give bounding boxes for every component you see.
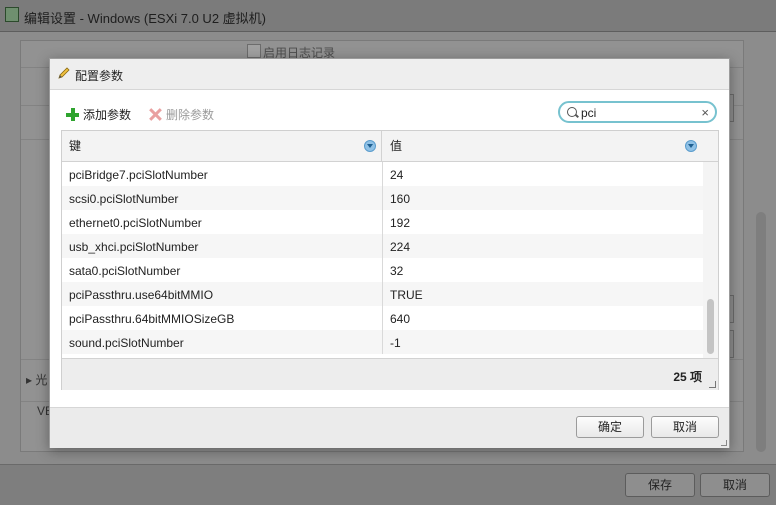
row-key: pciPassthru.64bitMMIOSizeGB bbox=[69, 312, 235, 326]
table-footer: 25 项 bbox=[62, 358, 718, 390]
column-header-value[interactable]: 值 bbox=[383, 131, 703, 161]
dialog-header[interactable]: 配置参数 bbox=[50, 59, 729, 90]
column-divider bbox=[382, 186, 383, 210]
row-key: pciBridge7.pciSlotNumber bbox=[69, 168, 208, 182]
column-divider bbox=[382, 306, 383, 330]
parameters-table: 键 值 pciBridge7.pciSlotNumber 24 scsi0.pc… bbox=[61, 130, 719, 390]
row-key: sound.pciSlotNumber bbox=[69, 336, 184, 350]
delete-x-icon bbox=[149, 108, 162, 121]
row-value: TRUE bbox=[390, 288, 423, 302]
row-key: scsi0.pciSlotNumber bbox=[69, 192, 179, 206]
expand-row-cd-label[interactable]: ▸ 光 bbox=[26, 371, 47, 388]
clear-search-icon[interactable]: × bbox=[701, 104, 709, 121]
table-scrollbar[interactable] bbox=[703, 162, 718, 358]
window-cancel-button[interactable]: 取消 bbox=[700, 473, 770, 497]
dialog-footer: 确定 取消 bbox=[50, 407, 729, 448]
cancel-button[interactable]: 取消 bbox=[651, 416, 719, 438]
delete-parameter-button[interactable]: 删除参数 bbox=[149, 106, 214, 123]
config-params-dialog: 配置参数 添加参数 删除参数 × 键 值 bbox=[49, 58, 730, 448]
column-divider bbox=[382, 210, 383, 234]
row-value: 32 bbox=[390, 264, 404, 278]
search-icon bbox=[567, 107, 577, 117]
column-menu-icon[interactable] bbox=[364, 140, 376, 152]
ok-button[interactable]: 确定 bbox=[576, 416, 644, 438]
table-row[interactable]: ethernet0.pciSlotNumber 192 bbox=[62, 210, 703, 234]
column-divider bbox=[382, 234, 383, 258]
column-divider bbox=[382, 258, 383, 282]
vm-settings-icon bbox=[5, 7, 19, 22]
window-title-bar: 编辑设置 - Windows (ESXi 7.0 U2 虚拟机) bbox=[0, 0, 776, 32]
table-header: 键 值 bbox=[62, 131, 718, 162]
add-parameter-button[interactable]: 添加参数 bbox=[66, 106, 131, 123]
table-row[interactable]: sata0.pciSlotNumber 32 bbox=[62, 258, 703, 282]
row-value: 640 bbox=[390, 312, 411, 326]
row-key: ethernet0.pciSlotNumber bbox=[69, 216, 202, 230]
table-row[interactable]: sound.pciSlotNumber -1 bbox=[62, 330, 703, 354]
column-menu-icon[interactable] bbox=[685, 140, 697, 152]
row-value: 24 bbox=[390, 168, 404, 182]
table-row[interactable]: pciPassthru.use64bitMMIO TRUE bbox=[62, 282, 703, 306]
column-divider bbox=[382, 330, 383, 354]
table-row[interactable]: pciPassthru.64bitMMIOSizeGB 640 bbox=[62, 306, 703, 330]
column-header-key-label: 键 bbox=[69, 139, 82, 153]
row-value: -1 bbox=[390, 336, 401, 350]
row-value: 160 bbox=[390, 192, 411, 206]
item-count: 25 项 bbox=[673, 370, 702, 384]
delete-parameter-label: 删除参数 bbox=[166, 108, 215, 122]
window-scrollbar[interactable] bbox=[756, 212, 766, 452]
window-footer: 保存 取消 bbox=[0, 464, 776, 505]
column-header-value-label: 值 bbox=[390, 139, 403, 153]
dialog-resize-grip-icon[interactable] bbox=[721, 440, 727, 446]
column-header-key[interactable]: 键 bbox=[62, 131, 382, 161]
row-value: 192 bbox=[390, 216, 411, 230]
row-key: pciPassthru.use64bitMMIO bbox=[69, 288, 214, 302]
pencil-icon bbox=[58, 67, 70, 79]
table-body: pciBridge7.pciSlotNumber 24 scsi0.pciSlo… bbox=[62, 162, 703, 358]
scrollbar-thumb[interactable] bbox=[707, 299, 714, 354]
window-title: 编辑设置 - Windows (ESXi 7.0 U2 虚拟机) bbox=[24, 11, 266, 26]
table-row[interactable]: pciBridge7.pciSlotNumber 24 bbox=[62, 162, 703, 186]
table-row[interactable]: scsi0.pciSlotNumber 160 bbox=[62, 186, 703, 210]
resize-grip-icon[interactable] bbox=[709, 381, 716, 388]
dialog-title: 配置参数 bbox=[75, 69, 124, 83]
logging-checkbox[interactable] bbox=[247, 44, 261, 58]
row-key: usb_xhci.pciSlotNumber bbox=[69, 240, 199, 254]
row-key: sata0.pciSlotNumber bbox=[69, 264, 181, 278]
cd-row-label: 光 bbox=[35, 373, 48, 387]
search-input[interactable] bbox=[581, 104, 691, 121]
save-button[interactable]: 保存 bbox=[625, 473, 695, 497]
row-value: 224 bbox=[390, 240, 411, 254]
column-divider bbox=[382, 282, 383, 306]
plus-icon bbox=[66, 108, 79, 121]
column-divider bbox=[382, 162, 383, 186]
add-parameter-label: 添加参数 bbox=[83, 108, 132, 122]
search-box: × bbox=[558, 101, 717, 123]
dialog-toolbar: 添加参数 删除参数 × bbox=[50, 89, 729, 129]
table-row[interactable]: usb_xhci.pciSlotNumber 224 bbox=[62, 234, 703, 258]
